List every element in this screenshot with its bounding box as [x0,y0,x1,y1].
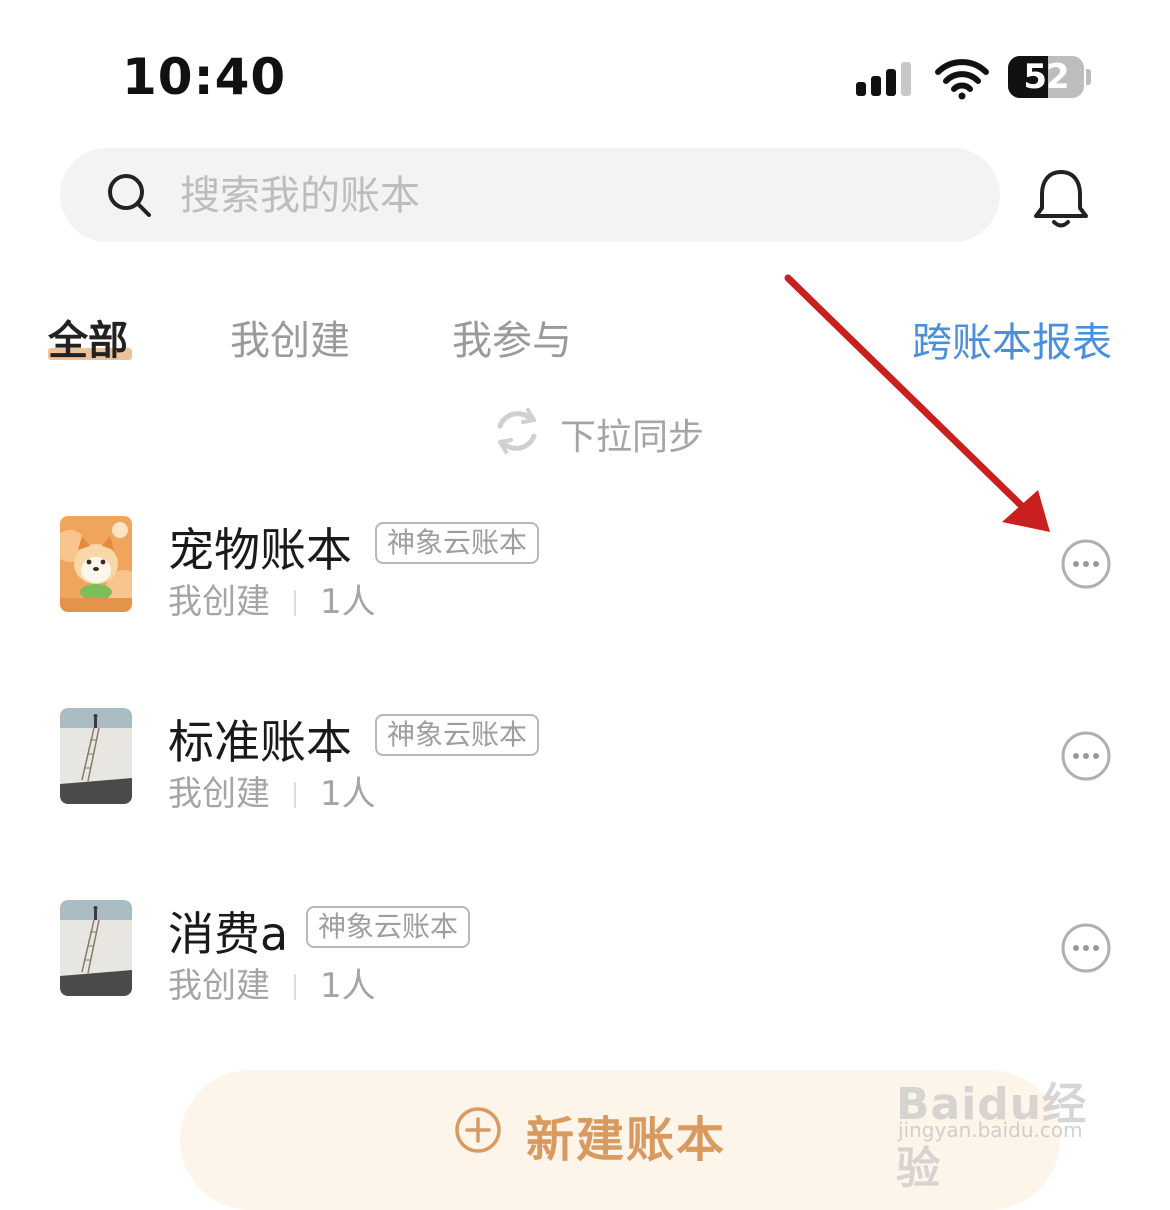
book-name: 消费a [168,907,289,961]
book-members: 1人 [320,966,376,1006]
search-icon [108,174,151,217]
book-role: 我创建 [168,966,270,1006]
tab-all[interactable]: 全部 [48,308,128,366]
cloud-book-badge: 神象云账本 [375,522,540,564]
new-book-button[interactable]: 新建账本 [180,1070,1060,1210]
notification-bell-icon[interactable] [1030,166,1092,232]
book-meta: 我创建 1人 [168,574,376,623]
cloud-book-badge: 神象云账本 [375,714,540,756]
book-role: 我创建 [168,582,270,622]
search-bar[interactable] [60,148,1000,242]
cellular-signal-icon [856,60,916,96]
tab-joined[interactable]: 我参与 [452,308,572,366]
pull-to-sync-hint: 下拉同步 [560,417,705,458]
more-options-icon[interactable] [1060,538,1112,590]
status-time: 10:40 [122,48,287,106]
book-members: 1人 [320,774,376,814]
book-meta: 我创建 1人 [168,766,376,815]
book-cover-ladder [60,900,132,996]
book-cover-shiba [60,516,132,612]
cross-book-report-link[interactable]: 跨账本报表 [912,310,1112,368]
tab-created-by-me[interactable]: 我创建 [230,308,350,366]
more-options-icon[interactable] [1060,730,1112,782]
new-book-label: 新建账本 [526,1112,727,1168]
battery-level-text: 52 [1023,57,1069,97]
book-members: 1人 [320,582,376,622]
book-row-standard[interactable]: 标准账本 神象云账本 我创建 1人 [0,692,1170,852]
book-name: 宠物账本 [168,523,352,577]
add-circle-icon [455,1107,501,1153]
battery-icon: 52 [1008,56,1091,98]
book-row-pet[interactable]: 宠物账本 神象云账本 我创建 1人 [0,500,1170,660]
sync-icon [497,408,537,454]
book-meta: 我创建 1人 [168,958,376,1007]
wifi-icon [935,59,989,100]
book-row-consume[interactable]: 消费a 神象云账本 我创建 1人 [0,884,1170,1044]
book-name: 标准账本 [168,715,352,769]
book-role: 我创建 [168,774,270,814]
book-cover-ladder [60,708,132,804]
search-input[interactable] [178,166,962,226]
cloud-book-badge: 神象云账本 [306,906,471,948]
more-options-icon[interactable] [1060,922,1112,974]
